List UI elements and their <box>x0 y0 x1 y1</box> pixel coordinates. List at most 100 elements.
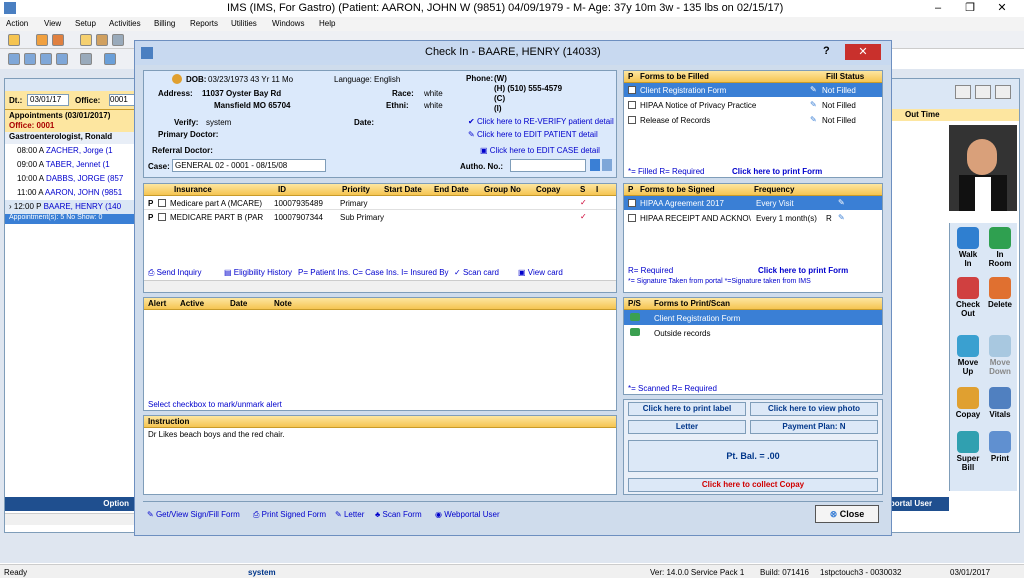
sort-icon[interactable] <box>80 53 92 65</box>
walk-in-button[interactable]: Walk In <box>952 227 984 268</box>
insurance-checkbox[interactable] <box>158 213 166 221</box>
menu-activities[interactable]: Activities <box>109 19 141 28</box>
first-icon[interactable] <box>8 53 20 65</box>
menu-action[interactable]: Action <box>6 19 28 28</box>
form-checkbox[interactable] <box>628 101 636 109</box>
close-button[interactable]: ⊗ Close <box>815 505 879 523</box>
print-signed-link[interactable]: Click here to print Form <box>758 266 848 275</box>
eligibility-icon[interactable]: ✓ <box>580 212 587 221</box>
fill-icon[interactable]: ✎ <box>810 115 817 124</box>
fill-icon[interactable]: ✎ <box>810 100 817 109</box>
move-down-button[interactable]: Move Down <box>984 335 1016 376</box>
autho-select[interactable] <box>510 159 586 172</box>
payment-plan-button[interactable]: Payment Plan: N <box>750 420 878 434</box>
last-icon[interactable] <box>56 53 68 65</box>
add-autho-icon[interactable] <box>590 159 600 171</box>
form-row[interactable]: HIPAA Notice of Privacy Practice ✎ Not F… <box>624 97 882 113</box>
option-button[interactable]: Option <box>5 497 135 511</box>
menu-utilities[interactable]: Utilities <box>231 19 257 28</box>
print-button[interactable]: Print <box>984 431 1016 463</box>
eligibility-icon[interactable]: ✓ <box>580 198 587 207</box>
reverify-link[interactable]: ✔ Click here to RE-VERIFY patient detail <box>468 117 614 126</box>
insurance-row[interactable]: P Medicare part A (MCARE) 10007935489 Pr… <box>144 196 616 210</box>
signed-form-row[interactable]: HIPAA RECEIPT AND ACKNO\ Every 1 month(s… <box>624 210 882 226</box>
status-version: Ver: 14.0.0 Service Pack 1 <box>650 568 745 577</box>
send-inquiry-link[interactable]: ⎙ Send Inquiry <box>148 268 202 278</box>
eligibility-history-link[interactable]: ▤ Eligibility History <box>224 268 292 277</box>
prev-icon[interactable] <box>24 53 36 65</box>
folder-icon[interactable] <box>80 34 92 46</box>
print-label-button[interactable]: Click here to print label <box>628 402 746 416</box>
instruction-text[interactable]: Dr Likes beach boys and the red chair. <box>144 428 616 441</box>
insurance-checkbox[interactable] <box>158 199 166 207</box>
edit-case-link[interactable]: ▣ Click here to EDIT CASE detail <box>480 146 600 155</box>
move-up-button[interactable]: Move Up <box>952 335 984 376</box>
print-signed-form-link[interactable]: ⎙ Print Signed Form <box>253 510 326 520</box>
menu-windows[interactable]: Windows <box>272 19 304 28</box>
notes-icon[interactable] <box>96 34 108 46</box>
refresh-icon[interactable] <box>104 53 116 65</box>
help-button[interactable]: ? <box>823 45 830 57</box>
copay-button[interactable]: Copay <box>952 387 984 419</box>
collect-copay-button[interactable]: Click here to collect Copay <box>628 478 878 492</box>
edit-user-icon[interactable] <box>52 34 64 46</box>
appointment-row-selected[interactable]: › 12:00 P BAARE, HENRY (140 <box>5 200 135 214</box>
print-form-row[interactable]: Outside records <box>624 325 882 340</box>
menu-billing[interactable]: Billing <box>154 19 175 28</box>
insurance-row[interactable]: P MEDICARE PART B (PAR 10007907344 Sub P… <box>144 210 616 224</box>
print-form-row-selected[interactable]: Client Registration Form <box>624 310 882 325</box>
letter-button[interactable]: Letter <box>628 420 746 434</box>
vitals-button[interactable]: Vitals <box>984 387 1016 419</box>
date-input[interactable]: 03/01/17 <box>27 94 69 106</box>
sign-icon[interactable]: ✎ <box>838 198 845 207</box>
patient-icon[interactable] <box>8 34 20 46</box>
window-titlebar: IMS (IMS, For Gastro) (Patient: AARON, J… <box>0 0 1024 17</box>
in-room-button[interactable]: In Room <box>984 227 1016 268</box>
dialog-close-button[interactable]: ✕ <box>845 44 881 60</box>
close-window-button[interactable]: ✕ <box>990 1 1014 15</box>
view-card-link[interactable]: ▣ View card <box>518 268 563 277</box>
form-checkbox[interactable] <box>628 116 636 124</box>
form-checkbox[interactable] <box>628 86 636 94</box>
restore-icon[interactable] <box>955 85 971 99</box>
scan-form-link[interactable]: ♣ Scan Form <box>375 510 422 519</box>
appointment-row[interactable]: 09:00 A TABER, Jennet (1 <box>5 158 135 172</box>
maximize-button[interactable]: ❐ <box>958 1 982 15</box>
scan-card-link[interactable]: ✓ Scan card <box>454 268 499 277</box>
appointment-row[interactable]: 11:00 A AARON, JOHN (9851 <box>5 186 135 200</box>
maximize-icon[interactable] <box>975 85 991 99</box>
office-input[interactable]: 0001 <box>109 94 135 106</box>
sign-icon[interactable]: ✎ <box>838 213 845 222</box>
get-view-sign-link[interactable]: ✎ Get/View Sign/Fill Form <box>147 510 240 519</box>
signed-form-checkbox[interactable] <box>628 199 636 207</box>
appointment-row[interactable]: 08:00 A ZACHER, Jorge (1 <box>5 144 135 158</box>
view-photo-button[interactable]: Click here to view photo <box>750 402 878 416</box>
close-icon[interactable] <box>995 85 1011 99</box>
next-icon[interactable] <box>40 53 52 65</box>
user-icon[interactable] <box>36 34 48 46</box>
case-select[interactable]: GENERAL 02 - 0001 - 08/15/08 <box>172 159 326 172</box>
delete-button[interactable]: Delete <box>984 277 1016 309</box>
signed-form-row-selected[interactable]: HIPAA Agreement 2017 Every Visit ✎ <box>624 196 882 210</box>
webportal-user-link[interactable]: ◉ Webportal User <box>435 510 500 519</box>
form-row-selected[interactable]: Client Registration Form ✎ Not Filled <box>624 83 882 97</box>
letter-link[interactable]: ✎ Letter <box>335 510 364 519</box>
primary-doctor-label: Primary Doctor: <box>158 130 219 139</box>
super-bill-button[interactable]: Super Bill <box>952 431 984 472</box>
minimize-button[interactable]: – <box>926 1 950 15</box>
fill-icon[interactable]: ✎ <box>810 85 817 94</box>
calendar-icon[interactable] <box>112 34 124 46</box>
menu-setup[interactable]: Setup <box>75 19 96 28</box>
print-form-link[interactable]: Click here to print Form <box>732 167 822 176</box>
signed-form-checkbox[interactable] <box>628 214 636 222</box>
doc-icon[interactable] <box>602 159 612 171</box>
edit-patient-link[interactable]: ✎ Click here to EDIT PATIENT detail <box>468 130 598 139</box>
check-out-button[interactable]: Check Out <box>952 277 984 318</box>
form-row[interactable]: Release of Records ✎ Not Filled <box>624 113 882 129</box>
insurance-scrollbar[interactable] <box>144 280 616 292</box>
horizontal-scrollbar[interactable] <box>5 513 135 525</box>
menu-view[interactable]: View <box>44 19 61 28</box>
menu-help[interactable]: Help <box>319 19 335 28</box>
menu-reports[interactable]: Reports <box>190 19 218 28</box>
appointment-row[interactable]: 10:00 A DABBS, JORGE (857 <box>5 172 135 186</box>
